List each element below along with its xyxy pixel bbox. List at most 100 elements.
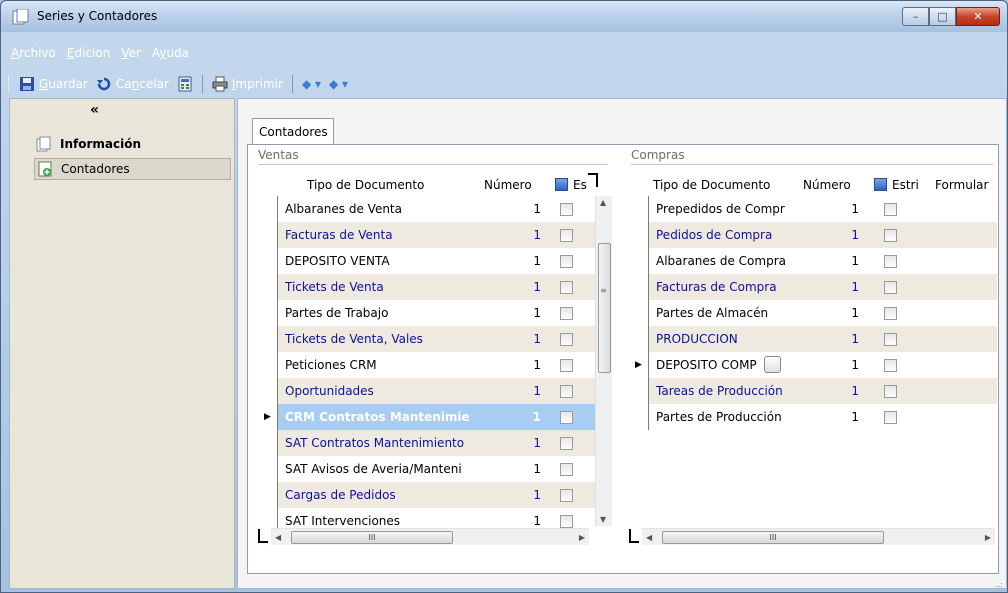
table-row[interactable]: Prepedidos de Compr 1 <box>629 196 997 222</box>
cell-tipo-documento[interactable]: CRM Contratos Mantenimie <box>285 410 518 424</box>
menu-edicion[interactable]: Edicion <box>64 46 116 66</box>
row-selector[interactable] <box>258 274 278 300</box>
row-selector[interactable] <box>258 482 278 508</box>
table-row[interactable]: SAT Contratos Mantenimiento 1 <box>258 430 595 456</box>
row-selector[interactable] <box>629 222 649 248</box>
cell-tipo-documento[interactable]: Albaranes de Compra <box>656 254 836 268</box>
cell-tipo-documento[interactable]: DEPOSITO COMP <box>656 358 836 372</box>
row-checkbox[interactable] <box>884 359 897 372</box>
scroll-down-arrow[interactable]: ▼ <box>600 515 606 524</box>
row-selector[interactable] <box>258 326 278 352</box>
select-all-checkbox[interactable] <box>555 178 568 191</box>
cell-tipo-documento[interactable]: Partes de Producción <box>656 410 836 424</box>
row-selector[interactable] <box>629 404 649 430</box>
nav-up-button[interactable]: ◆ ▾ <box>298 77 325 91</box>
cell-tipo-documento[interactable]: Cargas de Pedidos <box>285 488 518 502</box>
cell-tipo-documento[interactable]: Prepedidos de Compr <box>656 202 836 216</box>
scroll-up-arrow[interactable]: ▲ <box>600 198 606 207</box>
save-button[interactable]: Guardar <box>15 76 92 92</box>
cell-numero[interactable]: 1 <box>521 462 541 476</box>
row-selector[interactable]: ▶ <box>629 352 649 378</box>
row-checkbox[interactable] <box>560 385 573 398</box>
cell-numero[interactable]: 1 <box>839 228 859 242</box>
print-button[interactable]: Imprimir <box>208 76 287 92</box>
table-row[interactable]: Facturas de Venta 1 <box>258 222 595 248</box>
cancel-button[interactable]: Cancelar <box>92 76 173 92</box>
table-row[interactable]: DEPOSITO VENTA 1 <box>258 248 595 274</box>
row-selector[interactable] <box>629 378 649 404</box>
row-selector[interactable] <box>258 300 278 326</box>
compras-hscroll-thumb[interactable]: III <box>662 531 884 544</box>
table-row[interactable]: Partes de Producción 1 <box>629 404 997 430</box>
column-header-tipo[interactable]: Tipo de Documento <box>653 175 770 192</box>
cell-tipo-documento[interactable]: SAT Intervenciones <box>285 514 518 528</box>
close-button[interactable]: ✕ <box>956 7 1000 26</box>
scroll-left-arrow[interactable]: ◀ <box>275 533 281 542</box>
row-checkbox[interactable] <box>560 463 573 476</box>
table-row[interactable]: Tareas de Producción 1 <box>629 378 997 404</box>
column-header-numero[interactable]: Número <box>803 175 851 192</box>
cell-tipo-documento[interactable]: Tickets de Venta, Vales <box>285 332 518 346</box>
menu-ayuda[interactable]: Ayuda <box>149 46 195 66</box>
row-selector[interactable] <box>629 274 649 300</box>
row-selector[interactable] <box>258 222 278 248</box>
calculator-button[interactable] <box>173 76 197 92</box>
table-row[interactable]: Partes de Almacén 1 <box>629 300 997 326</box>
cell-tipo-documento[interactable]: Peticiones CRM <box>285 358 518 372</box>
select-all-checkbox[interactable] <box>874 178 887 191</box>
resize-grip[interactable]: ..: <box>995 580 1003 589</box>
ventas-grid[interactable]: Tipo de Documento Número Es Albaranes de… <box>258 173 612 545</box>
cell-numero[interactable]: 1 <box>521 514 541 528</box>
row-checkbox[interactable] <box>884 333 897 346</box>
ventas-hscroll-thumb[interactable]: III <box>291 531 453 544</box>
table-row[interactable]: Pedidos de Compra 1 <box>629 222 997 248</box>
cell-numero[interactable]: 1 <box>839 254 859 268</box>
cell-tipo-documento[interactable]: Partes de Almacén <box>656 306 836 320</box>
cell-tipo-documento[interactable]: Pedidos de Compra <box>656 228 836 242</box>
cell-tipo-documento[interactable]: Facturas de Compra <box>656 280 836 294</box>
column-header-numero[interactable]: Número <box>484 175 532 192</box>
row-selector[interactable] <box>258 430 278 456</box>
cell-numero[interactable]: 1 <box>521 436 541 450</box>
table-row[interactable]: Cargas de Pedidos 1 <box>258 482 595 508</box>
row-checkbox[interactable] <box>560 307 573 320</box>
row-checkbox[interactable] <box>560 489 573 502</box>
cell-numero[interactable]: 1 <box>521 384 541 398</box>
row-checkbox[interactable] <box>884 307 897 320</box>
column-header-formulario[interactable]: Formular <box>935 175 988 192</box>
minimize-button[interactable]: – <box>902 7 929 26</box>
cell-numero[interactable]: 1 <box>839 332 859 346</box>
cell-numero[interactable]: 1 <box>839 410 859 424</box>
sidebar-item-informacion[interactable]: Información <box>36 136 141 152</box>
cell-tipo-documento[interactable]: Albaranes de Venta <box>285 202 518 216</box>
row-checkbox[interactable] <box>560 281 573 294</box>
column-header-extra[interactable]: Es <box>555 175 587 192</box>
compras-horizontal-scrollbar[interactable]: ◀ III ▶ <box>642 528 995 545</box>
row-checkbox[interactable] <box>884 203 897 216</box>
scroll-left-arrow[interactable]: ◀ <box>646 533 652 542</box>
table-row[interactable]: Tickets de Venta, Vales 1 <box>258 326 595 352</box>
cell-tipo-documento[interactable]: Facturas de Venta <box>285 228 518 242</box>
row-selector[interactable] <box>258 378 278 404</box>
row-selector[interactable] <box>258 456 278 482</box>
table-row[interactable]: Albaranes de Compra 1 <box>629 248 997 274</box>
menu-archivo[interactable]: Archivo <box>8 46 62 66</box>
cell-numero[interactable]: 1 <box>521 410 541 424</box>
ventas-horizontal-scrollbar[interactable]: ◀ III ▶ <box>271 528 589 545</box>
row-checkbox[interactable] <box>560 359 573 372</box>
table-row[interactable]: PRODUCCION 1 <box>629 326 997 352</box>
row-checkbox[interactable] <box>884 229 897 242</box>
column-header-extra[interactable]: Estri <box>874 175 919 192</box>
table-row[interactable]: Peticiones CRM 1 <box>258 352 595 378</box>
table-row[interactable]: Oportunidades 1 <box>258 378 595 404</box>
column-header-tipo[interactable]: Tipo de Documento <box>307 175 424 192</box>
toolbar-grip[interactable] <box>8 76 11 92</box>
cell-numero[interactable]: 1 <box>521 358 541 372</box>
cell-tipo-documento[interactable]: Tareas de Producción <box>656 384 836 398</box>
cell-edit-button[interactable] <box>764 356 781 373</box>
menu-ver[interactable]: Ver <box>118 46 147 66</box>
ventas-vertical-scrollbar[interactable]: ▲ ≡ ▼ <box>595 196 612 526</box>
table-row[interactable]: Albaranes de Venta 1 <box>258 196 595 222</box>
cell-numero[interactable]: 1 <box>839 384 859 398</box>
row-checkbox[interactable] <box>884 255 897 268</box>
